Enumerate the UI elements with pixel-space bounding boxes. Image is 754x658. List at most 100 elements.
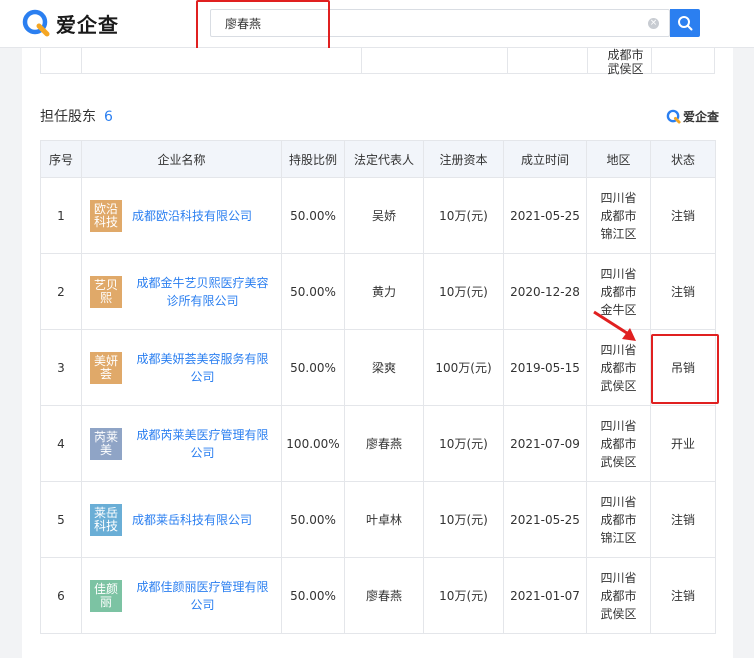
legal-rep-link[interactable]: 黄力 bbox=[344, 253, 424, 330]
company-logo: 艺贝熙 bbox=[90, 275, 122, 308]
clear-icon[interactable]: × bbox=[648, 18, 659, 29]
column-header: 序号 bbox=[40, 140, 82, 178]
region-line: 武侯区 bbox=[600, 454, 637, 469]
company-cell: 美妍荟 成都美妍荟美容服务有限公司 bbox=[81, 329, 282, 406]
legal-rep-link[interactable]: 梁爽 bbox=[344, 329, 424, 406]
column-header: 注册资本 bbox=[423, 140, 504, 178]
logo-q-icon bbox=[22, 9, 50, 37]
share-ratio: 50.00% bbox=[281, 177, 345, 254]
region-line: 成都市 bbox=[600, 284, 637, 299]
region-line: 锦江区 bbox=[600, 530, 637, 545]
status-badge: 注销 bbox=[650, 177, 716, 254]
share-ratio: 50.00% bbox=[281, 557, 345, 634]
row-index: 4 bbox=[40, 405, 82, 482]
column-header: 法定代表人 bbox=[344, 140, 424, 178]
previous-region-cell: 成都市 武侯区 bbox=[600, 48, 651, 76]
column-header: 地区 bbox=[586, 140, 651, 178]
row-index: 3 bbox=[40, 329, 82, 406]
section-count: 6 bbox=[104, 109, 113, 125]
region-line: 武侯区 bbox=[600, 606, 637, 621]
region-cell: 四川省 成都市 锦江区 bbox=[586, 481, 651, 558]
company-logo: 芮莱美 bbox=[90, 427, 122, 460]
company-cell: 芮莱美 成都芮莱美医疗管理有限公司 bbox=[81, 405, 282, 482]
main-content: 成都市 武侯区 担任股东 6 爱企查 序号 企业名称 持股比例 法定代表人 注册资… bbox=[22, 48, 733, 658]
region-cell: 四川省 成都市 武侯区 bbox=[586, 405, 651, 482]
row-index: 5 bbox=[40, 481, 82, 558]
registered-capital: 10万(元) bbox=[423, 405, 504, 482]
region-line: 四川省 bbox=[600, 418, 637, 433]
region-line: 武侯区 bbox=[600, 378, 637, 393]
legal-rep-link[interactable]: 廖春燕 bbox=[344, 405, 424, 482]
region-line: 锦江区 bbox=[600, 226, 637, 241]
registered-capital: 10万(元) bbox=[423, 253, 504, 330]
share-ratio: 100.00% bbox=[281, 405, 345, 482]
region-line: 成都市 bbox=[600, 360, 637, 375]
established-date: 2021-05-25 bbox=[503, 177, 587, 254]
company-cell: 欧沿科技 成都欧沿科技有限公司 bbox=[81, 177, 282, 254]
logo[interactable]: 爱企查 bbox=[22, 8, 119, 38]
section-title: 担任股东 6 bbox=[40, 106, 113, 126]
brand-watermark: 爱企查 bbox=[666, 108, 719, 125]
established-date: 2021-05-25 bbox=[503, 481, 587, 558]
previous-region-line: 武侯区 bbox=[607, 62, 644, 76]
region-line: 四川省 bbox=[600, 266, 637, 281]
column-header: 企业名称 bbox=[81, 140, 282, 178]
row-index: 6 bbox=[40, 557, 82, 634]
region-line: 四川省 bbox=[600, 190, 637, 205]
logo-text: 爱企查 bbox=[56, 12, 119, 37]
company-logo: 佳颜丽 bbox=[90, 579, 122, 612]
search-icon bbox=[678, 16, 693, 31]
region-line: 成都市 bbox=[600, 436, 637, 451]
previous-region-line: 成都市 bbox=[607, 48, 644, 62]
table-row: 1 欧沿科技 成都欧沿科技有限公司 50.00% 吴娇 10万(元) 2021-05-25 四… bbox=[40, 177, 716, 254]
row-index: 2 bbox=[40, 253, 82, 330]
search-button[interactable] bbox=[670, 9, 700, 37]
status-badge: 注销 bbox=[650, 557, 716, 634]
established-date: 2019-05-15 bbox=[503, 329, 587, 406]
region-cell: 四川省 成都市 锦江区 bbox=[586, 177, 651, 254]
table-row: 6 佳颜丽 成都佳颜丽医疗管理有限公司 50.00% 廖春燕 10万(元) 2021-01-… bbox=[40, 557, 716, 634]
region-line: 成都市 bbox=[600, 208, 637, 223]
region-line: 四川省 bbox=[600, 570, 637, 585]
company-cell: 佳颜丽 成都佳颜丽医疗管理有限公司 bbox=[81, 557, 282, 634]
share-ratio: 50.00% bbox=[281, 253, 345, 330]
company-name-link[interactable]: 成都美妍荟美容服务有限公司 bbox=[132, 350, 273, 386]
region-line: 成都市 bbox=[600, 512, 637, 527]
share-ratio: 50.00% bbox=[281, 481, 345, 558]
company-logo: 美妍荟 bbox=[90, 351, 122, 384]
registered-capital: 10万(元) bbox=[423, 481, 504, 558]
annotation-arrow-icon bbox=[593, 310, 636, 341]
status-badge: 注销 bbox=[650, 253, 716, 330]
legal-rep-link[interactable]: 吴娇 bbox=[344, 177, 424, 254]
brand-q-icon bbox=[666, 109, 681, 124]
previous-table-tail: 成都市 武侯区 bbox=[40, 48, 715, 76]
status-badge: 开业 bbox=[650, 405, 716, 482]
table-row: 5 莱岳科技 成都莱岳科技有限公司 50.00% 叶卓林 10万(元) 2021-05-25… bbox=[40, 481, 716, 558]
section-title-text: 担任股东 bbox=[40, 109, 96, 125]
company-name-link[interactable]: 成都佳颜丽医疗管理有限公司 bbox=[132, 578, 273, 614]
company-name-link[interactable]: 成都金牛艺贝熙医疗美容诊所有限公司 bbox=[132, 274, 273, 310]
registered-capital: 10万(元) bbox=[423, 557, 504, 634]
column-header: 状态 bbox=[650, 140, 716, 178]
company-cell: 艺贝熙 成都金牛艺贝熙医疗美容诊所有限公司 bbox=[81, 253, 282, 330]
region-line: 成都市 bbox=[600, 588, 637, 603]
status-badge: 注销 bbox=[650, 481, 716, 558]
company-name-link[interactable]: 成都芮莱美医疗管理有限公司 bbox=[132, 426, 273, 462]
registered-capital: 100万(元) bbox=[423, 329, 504, 406]
top-bar: 爱企查 × bbox=[0, 0, 754, 48]
region-cell: 四川省 成都市 武侯区 bbox=[586, 557, 651, 634]
company-name-link[interactable]: 成都莱岳科技有限公司 bbox=[132, 511, 252, 529]
table-row: 4 芮莱美 成都芮莱美医疗管理有限公司 100.00% 廖春燕 10万(元) 2021-07… bbox=[40, 405, 716, 482]
established-date: 2021-07-09 bbox=[503, 405, 587, 482]
legal-rep-link[interactable]: 叶卓林 bbox=[344, 481, 424, 558]
shareholding-table: 序号 企业名称 持股比例 法定代表人 注册资本 成立时间 地区 状态 1 欧沿科技… bbox=[40, 140, 716, 634]
company-name-link[interactable]: 成都欧沿科技有限公司 bbox=[132, 207, 252, 225]
established-date: 2020-12-28 bbox=[503, 253, 587, 330]
column-header: 成立时间 bbox=[503, 140, 587, 178]
share-ratio: 50.00% bbox=[281, 329, 345, 406]
company-logo: 莱岳科技 bbox=[90, 503, 122, 536]
region-line: 四川省 bbox=[600, 494, 637, 509]
legal-rep-link[interactable]: 廖春燕 bbox=[344, 557, 424, 634]
table-header-row: 序号 企业名称 持股比例 法定代表人 注册资本 成立时间 地区 状态 bbox=[40, 140, 716, 178]
annotation-search-highlight bbox=[196, 0, 330, 53]
